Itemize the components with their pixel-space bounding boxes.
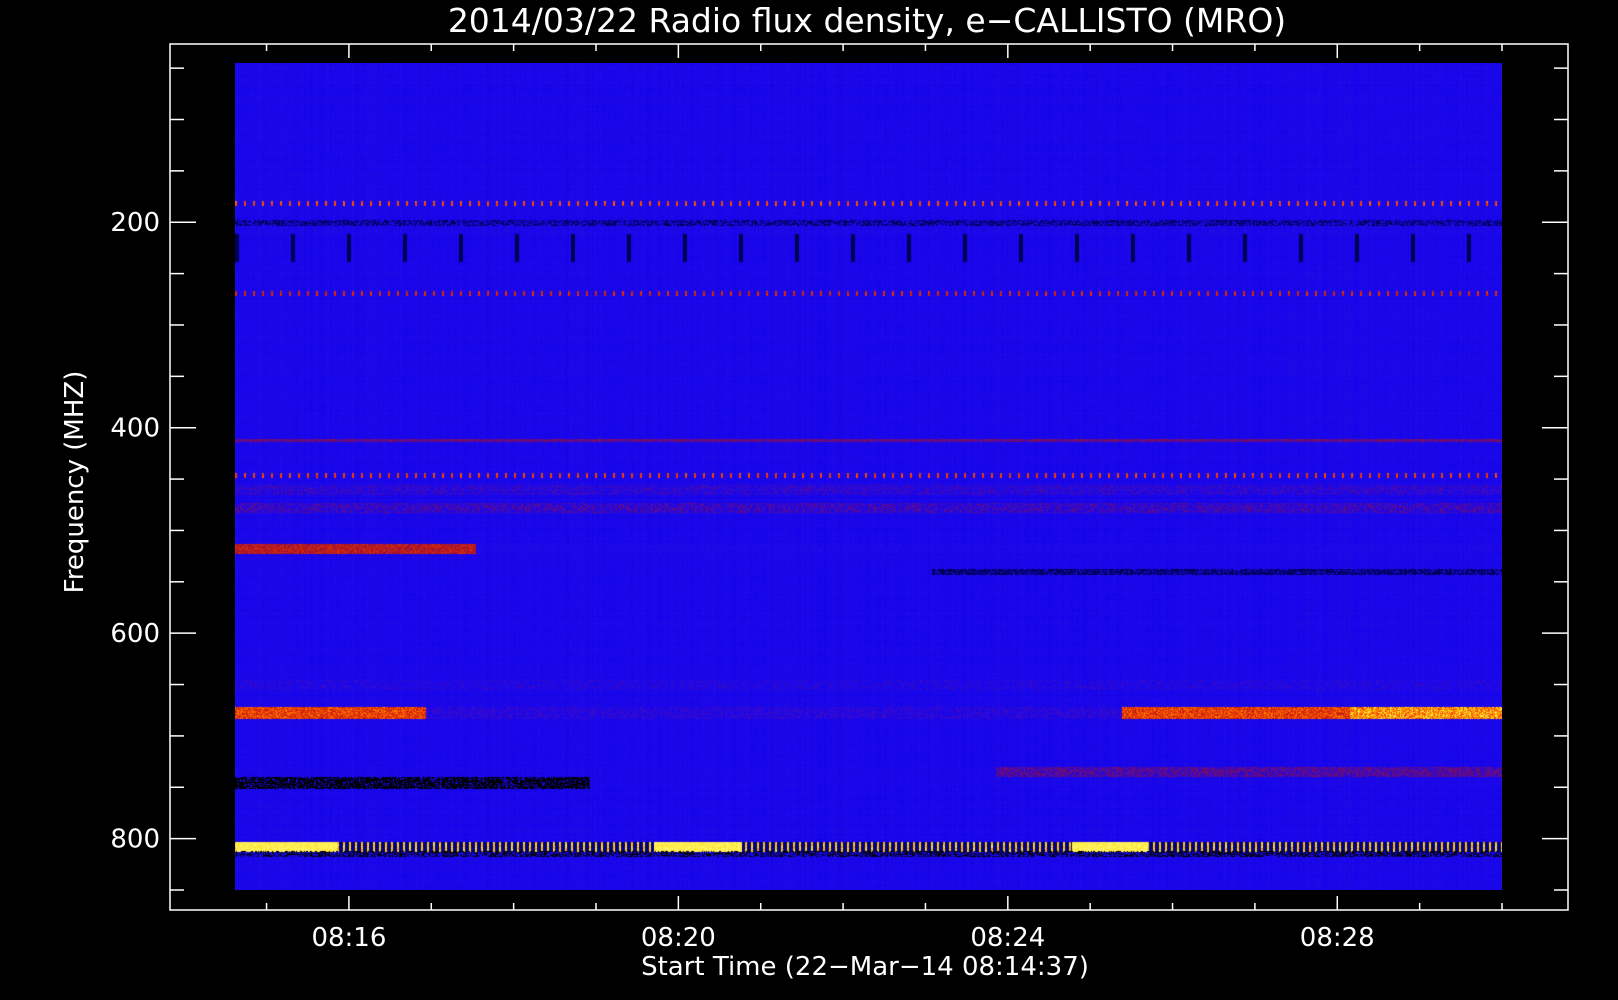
x-tick-label: 08:16 xyxy=(311,923,386,953)
x-tick-label: 08:24 xyxy=(970,923,1045,953)
y-axis-label: Frequency (MHZ) xyxy=(60,371,90,594)
x-tick-label: 08:20 xyxy=(641,923,716,953)
y-tick-label: 800 xyxy=(110,825,160,855)
y-tick-label: 200 xyxy=(110,208,160,238)
chart-title: 2014/03/22 Radio flux density, e−CALLIST… xyxy=(448,1,1286,40)
x-tick-label: 08:28 xyxy=(1300,923,1375,953)
y-tick-label: 600 xyxy=(110,619,160,649)
x-axis-label: Start Time (22−Mar−14 08:14:37) xyxy=(641,952,1089,982)
spectrogram-chart: 2014/03/22 Radio flux density, e−CALLIST… xyxy=(0,0,1618,1000)
heatmap-image xyxy=(235,63,1502,890)
y-tick-label: 400 xyxy=(110,414,160,444)
spectrogram-heatmap xyxy=(235,63,1502,890)
